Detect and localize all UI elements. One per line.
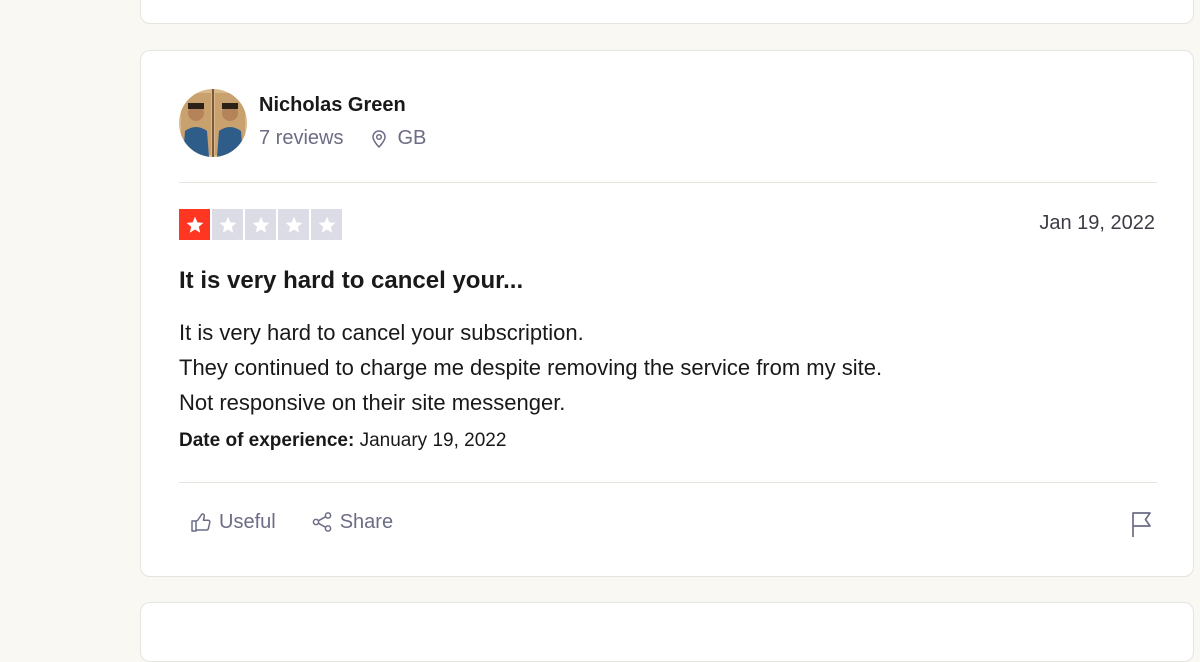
thumbs-up-icon (191, 513, 211, 532)
star-empty (212, 209, 243, 240)
experience-label: Date of experience: (179, 430, 355, 451)
flag-icon (1132, 512, 1151, 537)
report-flag-button[interactable] (1129, 510, 1155, 543)
review-body-line: They continued to charge me despite remo… (179, 355, 883, 380)
country-code: GB (397, 127, 427, 149)
location-pin-icon (372, 129, 387, 148)
reviewer-meta: 7 reviews GB (259, 127, 426, 150)
star-rating (179, 209, 342, 240)
star-empty (311, 209, 342, 240)
star-icon (219, 216, 236, 233)
review-body-line: It is very hard to cancel your subscript… (179, 320, 584, 345)
avatar[interactable] (179, 89, 247, 157)
date-of-experience: Date of experience: January 19, 2022 (179, 430, 506, 452)
reviewer-location: GB (369, 127, 426, 150)
share-label: Share (339, 510, 394, 533)
previous-review-card (140, 0, 1194, 24)
useful-button[interactable]: Useful (189, 510, 276, 534)
star-empty (278, 209, 309, 240)
review-date: Jan 19, 2022 (1039, 212, 1155, 234)
star-icon (285, 216, 302, 233)
star-icon (318, 216, 335, 233)
review-card: Nicholas Green 7 reviews GB Jan 19, 2022… (140, 50, 1194, 577)
reviewer-name[interactable]: Nicholas Green (259, 94, 406, 117)
divider (179, 482, 1157, 483)
divider (179, 182, 1157, 183)
review-actions: Useful Share (189, 510, 427, 534)
review-body: It is very hard to cancel your subscript… (179, 315, 882, 420)
share-button[interactable]: Share (310, 510, 393, 534)
next-review-card (140, 602, 1194, 662)
star-icon (252, 216, 269, 233)
review-body-line: Not responsive on their site messenger. (179, 390, 566, 415)
star-filled (179, 209, 210, 240)
review-title[interactable]: It is very hard to cancel your... (179, 267, 523, 295)
star-icon (186, 216, 203, 233)
star-empty (245, 209, 276, 240)
experience-date: January 19, 2022 (359, 430, 507, 451)
review-count: 7 reviews (259, 127, 344, 149)
useful-label: Useful (219, 510, 276, 533)
share-icon (312, 512, 332, 532)
